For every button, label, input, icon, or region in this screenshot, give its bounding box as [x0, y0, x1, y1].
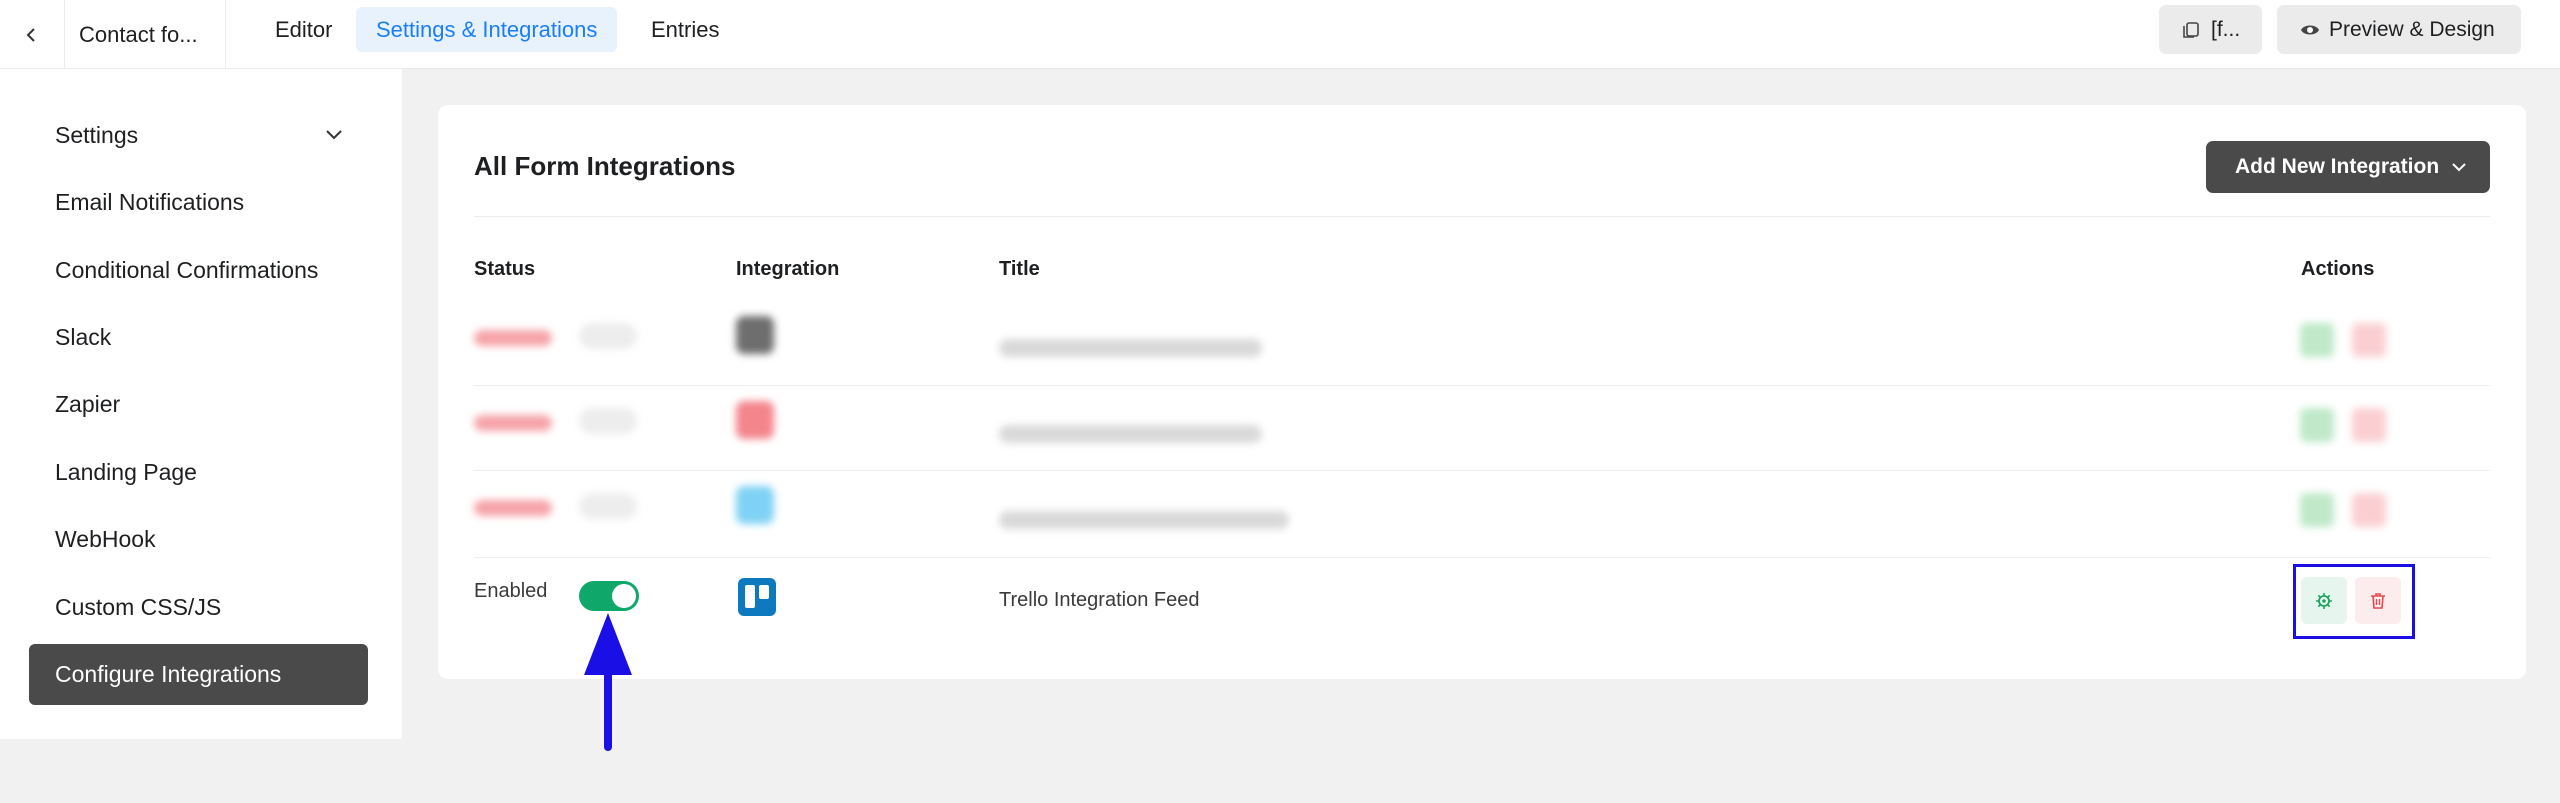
toggle-knob [612, 584, 636, 608]
tab-editor[interactable]: Editor [255, 7, 352, 52]
chevron-left-icon [26, 27, 35, 42]
preview-design-label: Preview & Design [2329, 17, 2495, 41]
row-status-label: Enabled [474, 580, 548, 602]
shortcode-label: [f... [2211, 17, 2241, 41]
delete-integration-button[interactable] [2355, 577, 2401, 624]
sidebar-item-conditional-confirmations[interactable]: Conditional Confirmations [55, 257, 318, 284]
edit-integration-button[interactable] [2301, 577, 2347, 624]
row-divider [474, 385, 2490, 386]
trello-icon [738, 578, 776, 616]
annotation-arrow-icon [584, 613, 632, 751]
integrations-card: All Form Integrations Add New Integratio… [438, 105, 2526, 679]
trash-icon [2371, 592, 2385, 609]
sidebar: Settings Email Notifications Conditional… [0, 69, 402, 739]
sidebar-item-email-notifications[interactable]: Email Notifications [55, 189, 244, 216]
sidebar-item-configure-integrations[interactable]: Configure Integrations [55, 661, 281, 688]
row-divider [474, 470, 2490, 471]
sidebar-item-zapier[interactable]: Zapier [55, 391, 120, 418]
back-button[interactable] [0, 0, 65, 69]
top-bar: Contact fo... Editor Settings & Integrat… [0, 0, 2560, 69]
column-header-title: Title [999, 258, 1040, 280]
gear-icon [2316, 592, 2332, 609]
row-title: Trello Integration Feed [999, 589, 1200, 611]
copy-icon [2183, 21, 2199, 38]
sidebar-item-slack[interactable]: Slack [55, 324, 111, 351]
status-toggle[interactable] [579, 581, 639, 611]
divider [474, 216, 2490, 217]
eye-icon [2301, 25, 2319, 34]
tab-entries[interactable]: Entries [631, 7, 739, 52]
add-new-integration-button[interactable]: Add New Integration [2206, 141, 2490, 193]
form-name: Contact fo... [66, 0, 226, 69]
sidebar-item-settings[interactable]: Settings [55, 122, 138, 149]
chevron-down-icon[interactable] [324, 127, 344, 143]
tab-settings-integrations[interactable]: Settings & Integrations [356, 7, 618, 52]
sidebar-item-custom-css-js[interactable]: Custom CSS/JS [55, 594, 221, 621]
preview-design-button[interactable]: Preview & Design [2277, 5, 2521, 54]
sidebar-item-webhook[interactable]: WebHook [55, 526, 156, 553]
page-title: All Form Integrations [474, 151, 736, 181]
chevron-down-icon [2452, 163, 2466, 172]
column-header-integration: Integration [736, 258, 840, 280]
column-header-status: Status [474, 258, 536, 280]
add-new-integration-label: Add New Integration [2235, 155, 2440, 178]
column-header-actions: Actions [2301, 258, 2375, 280]
shortcode-button[interactable]: [f... [2159, 5, 2262, 54]
sidebar-item-landing-page[interactable]: Landing Page [55, 459, 197, 486]
row-divider [474, 557, 2490, 558]
